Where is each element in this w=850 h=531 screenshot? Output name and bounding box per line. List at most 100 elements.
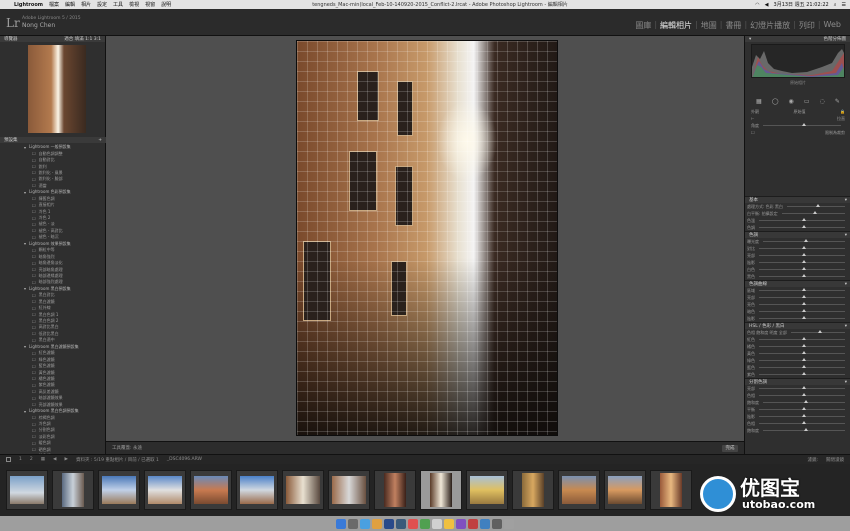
straighten-tool-icon[interactable]: ⊢ — [751, 116, 754, 121]
adjustment-slider[interactable] — [759, 295, 845, 298]
adjustment-slider[interactable] — [759, 267, 845, 270]
slider-knob[interactable] — [802, 407, 806, 410]
collapse-icon[interactable]: ▾ — [845, 380, 847, 385]
filmstrip-thumbnail[interactable] — [604, 470, 646, 510]
develop-section-header[interactable]: 基本 ▾ — [745, 196, 850, 203]
slider-knob[interactable] — [802, 372, 806, 375]
menu-settings[interactable]: 設定 — [97, 1, 107, 8]
histogram[interactable] — [751, 44, 845, 78]
filmstrip-thumbnail[interactable] — [328, 470, 370, 510]
graduated-filter-icon[interactable]: ▭ — [804, 98, 810, 105]
navigator-zoom-options[interactable]: 適合 填滿 1:1 3:1 — [64, 36, 101, 42]
adjustment-slider[interactable] — [759, 344, 845, 347]
menu-edit[interactable]: 編輯 — [65, 1, 75, 8]
adjustment-slider[interactable] — [759, 393, 845, 396]
module-slideshow[interactable]: 幻燈片播放 — [747, 20, 793, 31]
slider-knob[interactable] — [802, 123, 806, 126]
slider-knob[interactable] — [813, 211, 818, 214]
slider-knob[interactable] — [802, 344, 806, 347]
adjustment-slider[interactable] — [759, 365, 845, 368]
adjustment-slider[interactable] — [759, 288, 845, 291]
slider-knob[interactable] — [802, 365, 806, 368]
adjustment-slider[interactable] — [763, 239, 845, 242]
adjustment-slider[interactable] — [759, 337, 845, 340]
develop-section-header[interactable]: HSL / 色彩 / 黑白 ▾ — [745, 322, 850, 329]
filmstrip-thumbnail[interactable] — [282, 470, 324, 510]
done-button[interactable]: 完成 — [722, 444, 738, 452]
module-print[interactable]: 列印 — [796, 20, 818, 31]
notes-icon[interactable] — [432, 518, 442, 529]
menu-file[interactable]: 檔案 — [49, 1, 59, 8]
second-window-icon[interactable] — [6, 457, 11, 462]
slider-knob[interactable] — [804, 239, 808, 242]
collapse-icon[interactable]: ▾ — [845, 282, 847, 287]
back-arrow-icon[interactable]: ◀ — [53, 457, 56, 462]
menu-list-icon[interactable]: ☰ — [842, 2, 846, 8]
grid-view-icon[interactable]: ▦ — [41, 457, 45, 462]
slider-knob[interactable] — [802, 421, 806, 424]
app-icon[interactable] — [408, 518, 418, 529]
slider-knob[interactable] — [802, 351, 806, 354]
adjustment-slider[interactable] — [790, 330, 845, 333]
constrain-checkbox[interactable]: ☐ — [751, 130, 755, 135]
filmstrip-thumbnail[interactable] — [374, 470, 416, 510]
system-preferences-icon[interactable] — [492, 518, 502, 529]
slider-knob[interactable] — [802, 386, 806, 389]
collapse-icon[interactable]: ▾ — [845, 198, 847, 203]
slider-knob[interactable] — [802, 253, 806, 256]
menu-view[interactable]: 檢視 — [129, 1, 139, 8]
histogram-header[interactable]: ▾ 色階分佈圖 — [745, 36, 850, 42]
finder-icon[interactable] — [336, 518, 346, 529]
adjustment-slider[interactable] — [759, 309, 845, 312]
slider-knob[interactable] — [802, 295, 806, 298]
app-icon[interactable] — [444, 518, 454, 529]
module-develop[interactable]: 編輯相片 — [657, 20, 695, 31]
menu-photo[interactable]: 相片 — [81, 1, 91, 8]
filmstrip-thumbnail[interactable] — [52, 470, 94, 510]
filmstrip-source[interactable]: 資料夾 : 5/19 重點相片 / 目前 / 已選取 1 — [76, 457, 159, 463]
adjustment-slider[interactable] — [763, 428, 845, 431]
slider-knob[interactable] — [802, 358, 806, 361]
collapse-icon[interactable]: ▾ — [845, 324, 847, 329]
slider-knob[interactable] — [802, 316, 806, 319]
adjustment-slider[interactable] — [759, 372, 845, 375]
filmstrip-thumbnail[interactable] — [190, 470, 232, 510]
menu-tools[interactable]: 工具 — [113, 1, 123, 8]
slider-knob[interactable] — [802, 218, 806, 221]
adjustment-slider[interactable] — [763, 400, 845, 403]
slider-knob[interactable] — [802, 337, 806, 340]
slider-knob[interactable] — [802, 302, 806, 305]
develop-section-header[interactable]: 分割色調 ▾ — [745, 378, 850, 385]
wifi-icon[interactable]: ◠ — [755, 2, 759, 8]
app-icon[interactable] — [480, 518, 490, 529]
app-icon[interactable] — [456, 518, 466, 529]
slider-knob[interactable] — [802, 260, 806, 263]
filmstrip-thumbnail[interactable] — [98, 470, 140, 510]
messages-icon[interactable] — [420, 518, 430, 529]
angle-slider[interactable] — [763, 123, 841, 126]
adjustment-slider[interactable] — [781, 211, 845, 214]
filmstrip-thumbnail[interactable] — [512, 470, 554, 510]
adjustment-slider[interactable] — [759, 316, 845, 319]
adjustment-slider[interactable] — [759, 358, 845, 361]
lightroom-icon[interactable] — [396, 518, 406, 529]
menubar-clock[interactable]: 3月13日 週五 21:02:22 — [774, 1, 829, 8]
adjustment-slider[interactable] — [759, 421, 845, 424]
trash-icon[interactable] — [504, 518, 514, 529]
search-icon[interactable]: ⌕ — [834, 2, 837, 8]
chrome-icon[interactable] — [372, 518, 382, 529]
adjustment-slider[interactable] — [759, 351, 845, 354]
slider-knob[interactable] — [802, 274, 806, 277]
slider-knob[interactable] — [802, 225, 806, 228]
menu-window[interactable]: 視窗 — [145, 1, 155, 8]
adjustment-slider[interactable] — [759, 414, 845, 417]
module-book[interactable]: 書冊 — [722, 20, 744, 31]
adjustment-slider[interactable] — [759, 260, 845, 263]
filmstrip-thumbnail-selected[interactable] — [420, 470, 462, 510]
slider-knob[interactable] — [802, 414, 806, 417]
module-web[interactable]: Web — [821, 20, 844, 31]
adjustment-slider[interactable] — [759, 274, 845, 277]
adjustment-slider[interactable] — [759, 246, 845, 249]
adjustment-slider[interactable] — [759, 302, 845, 305]
slider-knob[interactable] — [802, 393, 806, 396]
